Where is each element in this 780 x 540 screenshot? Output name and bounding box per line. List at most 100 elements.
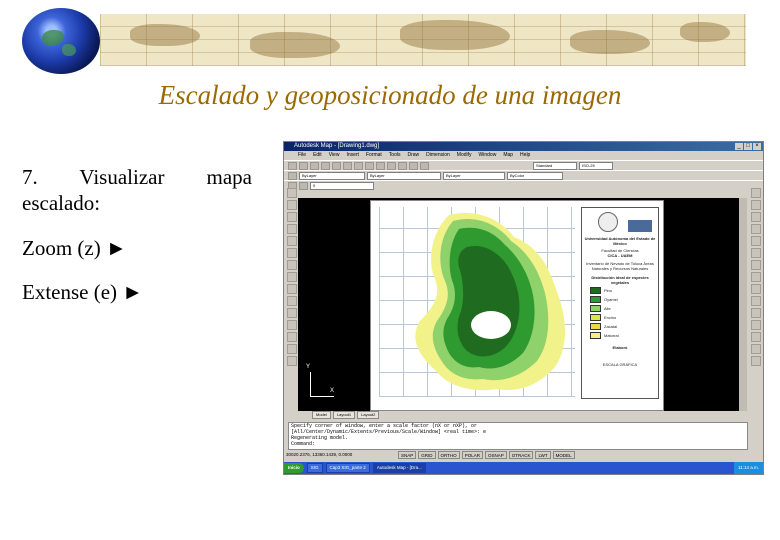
chamfer-icon[interactable]	[750, 332, 761, 342]
scale-icon[interactable]	[750, 272, 761, 282]
spline-icon[interactable]	[286, 272, 297, 282]
command-line[interactable]: Specify corner of window, enter a scale …	[288, 422, 748, 450]
menu-modify[interactable]: Modify	[457, 151, 472, 160]
ellipse-icon[interactable]	[286, 284, 297, 294]
layer-manager-icon[interactable]	[288, 171, 297, 180]
extense-instruction: Extense (e) ►	[22, 280, 144, 304]
stretch-icon[interactable]	[750, 284, 761, 294]
undo-icon[interactable]	[365, 161, 374, 170]
new-icon[interactable]	[288, 161, 297, 170]
menu-tools[interactable]: Tools	[389, 151, 401, 160]
legend-author: Elaboró	[612, 345, 628, 350]
copy-icon[interactable]	[343, 161, 352, 170]
otrack-toggle[interactable]: OTRACK	[508, 451, 534, 459]
legend-center: CICA - UAEM	[607, 253, 633, 258]
text-style-select[interactable]: Standard	[533, 161, 577, 170]
layer-freeze-icon[interactable]	[299, 181, 308, 190]
hatch-icon[interactable]	[286, 332, 297, 342]
vertical-scrollbar[interactable]	[739, 198, 747, 411]
menu-view[interactable]: View	[329, 151, 340, 160]
erase-icon[interactable]	[750, 188, 761, 198]
make-block-icon[interactable]	[286, 308, 297, 318]
autodesk-map-window: Autodesk Map - [Drawing1.dwg] _ □ × File…	[283, 141, 764, 475]
current-layer-select[interactable]: 0	[310, 181, 374, 190]
explode-icon[interactable]	[750, 356, 761, 366]
header-banner-map-image	[100, 14, 746, 66]
lineweight-select[interactable]: ByLayer	[443, 171, 505, 180]
start-button[interactable]: Inicio	[284, 463, 304, 473]
minimize-button[interactable]: _	[735, 143, 743, 150]
rectangle-icon[interactable]	[286, 236, 297, 246]
layer-toolbar: 0	[284, 180, 763, 190]
pan-icon[interactable]	[387, 161, 396, 170]
cut-icon[interactable]	[332, 161, 341, 170]
menu-help[interactable]: Help	[520, 151, 530, 160]
array-icon[interactable]	[750, 236, 761, 246]
polyline-icon[interactable]	[286, 212, 297, 222]
open-icon[interactable]	[299, 161, 308, 170]
tab-layout1[interactable]: Layout1	[332, 411, 356, 419]
extend-icon[interactable]	[750, 308, 761, 318]
taskbar-item-active[interactable]: Autodesk Map - [Dra...	[372, 463, 426, 473]
point-icon[interactable]	[286, 320, 297, 330]
drawing-canvas[interactable]: Universidad Autónoma del Estado de Méxic…	[298, 198, 739, 411]
uaem-seal-icon	[598, 212, 619, 232]
menu-map[interactable]: Map	[503, 151, 513, 160]
construction-line-icon[interactable]	[286, 200, 297, 210]
circle-icon[interactable]	[286, 260, 297, 270]
region-icon[interactable]	[286, 344, 297, 354]
snap-toggle[interactable]: SNAP	[398, 451, 417, 459]
polar-toggle[interactable]: POLAR	[461, 451, 483, 459]
maximize-button[interactable]: □	[744, 143, 752, 150]
modify-toolbar	[750, 188, 761, 414]
window-title: Autodesk Map - [Drawing1.dwg]	[294, 143, 380, 149]
color-select[interactable]: ByColor	[507, 171, 563, 180]
text-icon[interactable]	[286, 356, 297, 366]
close-button[interactable]: ×	[753, 143, 761, 150]
grid-toggle[interactable]: GRID	[418, 451, 436, 459]
taskbar-item[interactable]: Cap3 SIG_parte 2	[325, 463, 370, 473]
model-toggle[interactable]: MODEL	[552, 451, 575, 459]
paste-icon[interactable]	[354, 161, 363, 170]
break-icon[interactable]	[750, 320, 761, 330]
rotate-icon[interactable]	[750, 260, 761, 270]
save-icon[interactable]	[310, 161, 319, 170]
menu-draw[interactable]: Draw	[407, 151, 419, 160]
tab-layout2[interactable]: Layout2	[357, 411, 380, 419]
menu-format[interactable]: Format	[366, 151, 382, 160]
fillet-icon[interactable]	[750, 344, 761, 354]
menu-file[interactable]: File	[298, 151, 306, 160]
legend-scale-label: ESCALA GRÁFICA	[602, 362, 638, 367]
osnap-toggle[interactable]: OSNAP	[484, 451, 507, 459]
move-icon[interactable]	[750, 248, 761, 258]
menu-dimension[interactable]: Dimension	[426, 151, 450, 160]
mirror-icon[interactable]	[750, 212, 761, 222]
copy-object-icon[interactable]	[750, 200, 761, 210]
insert-block-icon[interactable]	[286, 296, 297, 306]
print-icon[interactable]	[321, 161, 330, 170]
window-titlebar: Autodesk Map - [Drawing1.dwg] _ □ ×	[284, 142, 763, 151]
zoom-icon[interactable]	[398, 161, 407, 170]
taskbar-item[interactable]: SIG	[306, 463, 323, 473]
cica-logo-icon	[627, 220, 652, 232]
redo-icon[interactable]	[376, 161, 385, 170]
zoom-window-icon[interactable]	[409, 161, 418, 170]
arc-icon[interactable]	[286, 248, 297, 258]
menu-window[interactable]: Window	[479, 151, 497, 160]
layer-select[interactable]: ByLayer	[299, 171, 365, 180]
offset-icon[interactable]	[750, 224, 761, 234]
menu-insert[interactable]: Insert	[346, 151, 359, 160]
trim-icon[interactable]	[750, 296, 761, 306]
lwt-toggle[interactable]: LWT	[535, 451, 551, 459]
tab-model[interactable]: Model	[312, 411, 331, 419]
zoom-previous-icon[interactable]	[420, 161, 429, 170]
polygon-icon[interactable]	[286, 224, 297, 234]
map-grid	[379, 207, 575, 397]
menu-edit[interactable]: Edit	[313, 151, 322, 160]
slide-title: Escalado y geoposicionado de una imagen	[158, 80, 622, 110]
standard-toolbar: Standard ISO-25	[284, 160, 763, 170]
linetype-select[interactable]: ByLayer	[367, 171, 441, 180]
line-icon[interactable]	[286, 188, 297, 198]
ortho-toggle[interactable]: ORTHO	[437, 451, 460, 459]
dim-style-select[interactable]: ISO-25	[579, 161, 613, 170]
